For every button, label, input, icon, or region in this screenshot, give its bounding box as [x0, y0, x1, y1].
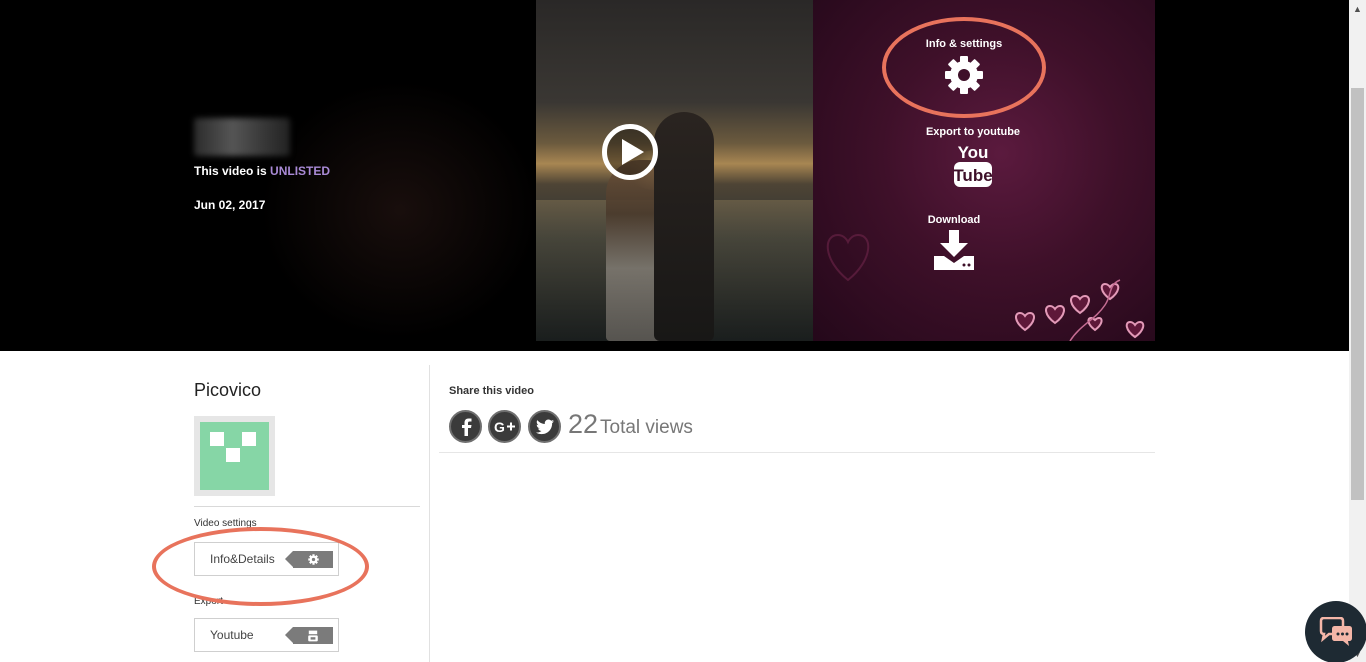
youtube-logo-bottom: Tube	[953, 166, 992, 185]
views-label: Total views	[600, 417, 693, 438]
share-title: Share this video	[449, 385, 534, 397]
download-action[interactable]: Download	[922, 214, 986, 272]
play-icon	[621, 139, 644, 165]
scrollbar-thumb[interactable]	[1351, 88, 1364, 500]
avatar[interactable]	[194, 416, 275, 496]
owner-name[interactable]: Picovico	[194, 380, 261, 401]
twitter-icon	[535, 419, 554, 434]
download-label: Download	[927, 214, 981, 226]
chat-icon	[1319, 617, 1352, 646]
youtube-export-button[interactable]: Youtube	[194, 618, 339, 652]
video-settings-heading: Video settings	[194, 518, 257, 529]
play-button[interactable]	[602, 124, 658, 180]
svg-text:G: G	[494, 419, 505, 435]
column-divider	[429, 365, 430, 662]
blurred-video-title	[194, 118, 290, 156]
export-youtube-label: Export to youtube	[925, 126, 1021, 138]
info-settings-label: Info & settings	[925, 38, 1003, 50]
vertical-scrollbar[interactable]: ▲ ▼	[1349, 0, 1366, 662]
youtube-icon	[285, 627, 333, 644]
divider	[194, 506, 420, 507]
google-plus-icon: G	[494, 419, 515, 435]
hearts-decoration	[1015, 279, 1145, 341]
download-icon	[934, 230, 974, 270]
youtube-icon: You Tube	[953, 143, 993, 187]
export-youtube-action[interactable]: Export to youtube You Tube	[922, 126, 1024, 189]
facebook-icon	[461, 418, 471, 436]
video-hero: This video is UNLISTED Jun 02, 2017 Info…	[0, 0, 1349, 351]
heart-decoration	[826, 233, 870, 282]
info-details-button[interactable]: Info&Details	[194, 542, 339, 576]
facebook-share-button[interactable]	[449, 410, 482, 443]
video-thumbnail[interactable]	[536, 0, 814, 341]
page: This video is UNLISTED Jun 02, 2017 Info…	[0, 0, 1366, 662]
unlisted-badge[interactable]: UNLISTED	[270, 164, 330, 178]
youtube-logo-top: You	[958, 143, 989, 162]
info-settings-action[interactable]: Info & settings	[922, 38, 1006, 95]
view-count: 22	[568, 409, 599, 439]
scroll-up-arrow-icon[interactable]: ▲	[1349, 0, 1366, 17]
youtube-button-label: Youtube	[210, 628, 254, 642]
divider	[439, 452, 1155, 453]
google-plus-share-button[interactable]: G	[488, 410, 521, 443]
export-heading: Export	[194, 596, 223, 607]
gear-icon	[285, 551, 333, 568]
visibility-prefix: This video is	[194, 164, 267, 178]
gear-icon	[945, 56, 983, 94]
hero-glow	[260, 80, 540, 340]
thumbnail-person	[654, 112, 714, 341]
chat-widget-button[interactable]	[1305, 601, 1366, 662]
info-details-label: Info&Details	[210, 552, 275, 566]
video-date: Jun 02, 2017	[194, 198, 266, 212]
twitter-share-button[interactable]	[528, 410, 561, 443]
picovico-logo-icon	[200, 422, 269, 490]
visibility-status: This video is UNLISTED	[194, 164, 330, 178]
